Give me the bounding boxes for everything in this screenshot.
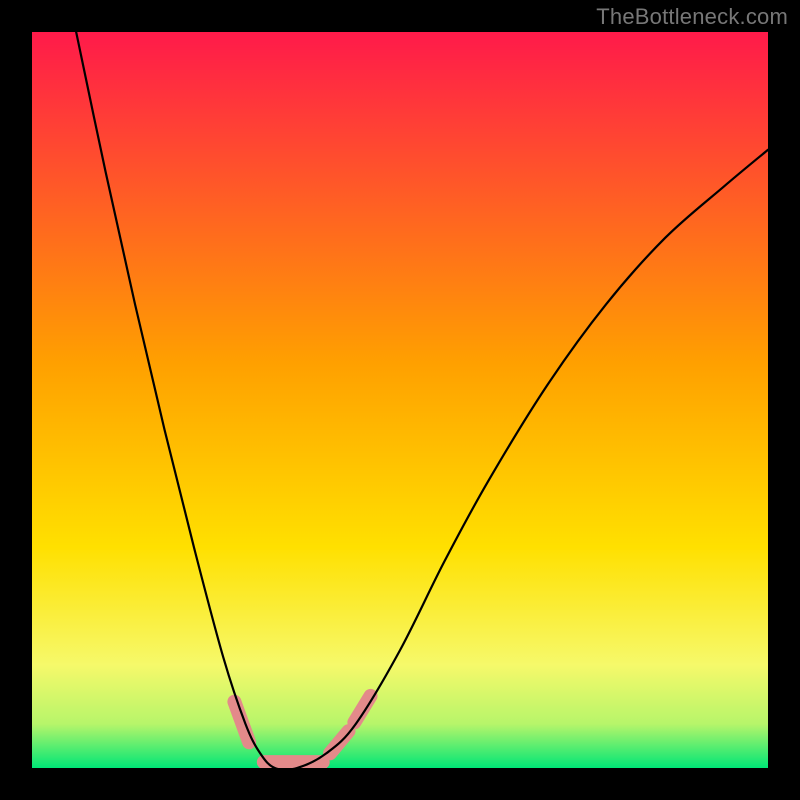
gradient-background bbox=[32, 32, 768, 768]
watermark-text: TheBottleneck.com bbox=[596, 4, 788, 30]
chart-stage: TheBottleneck.com bbox=[0, 0, 800, 800]
bottleneck-chart bbox=[32, 32, 768, 768]
